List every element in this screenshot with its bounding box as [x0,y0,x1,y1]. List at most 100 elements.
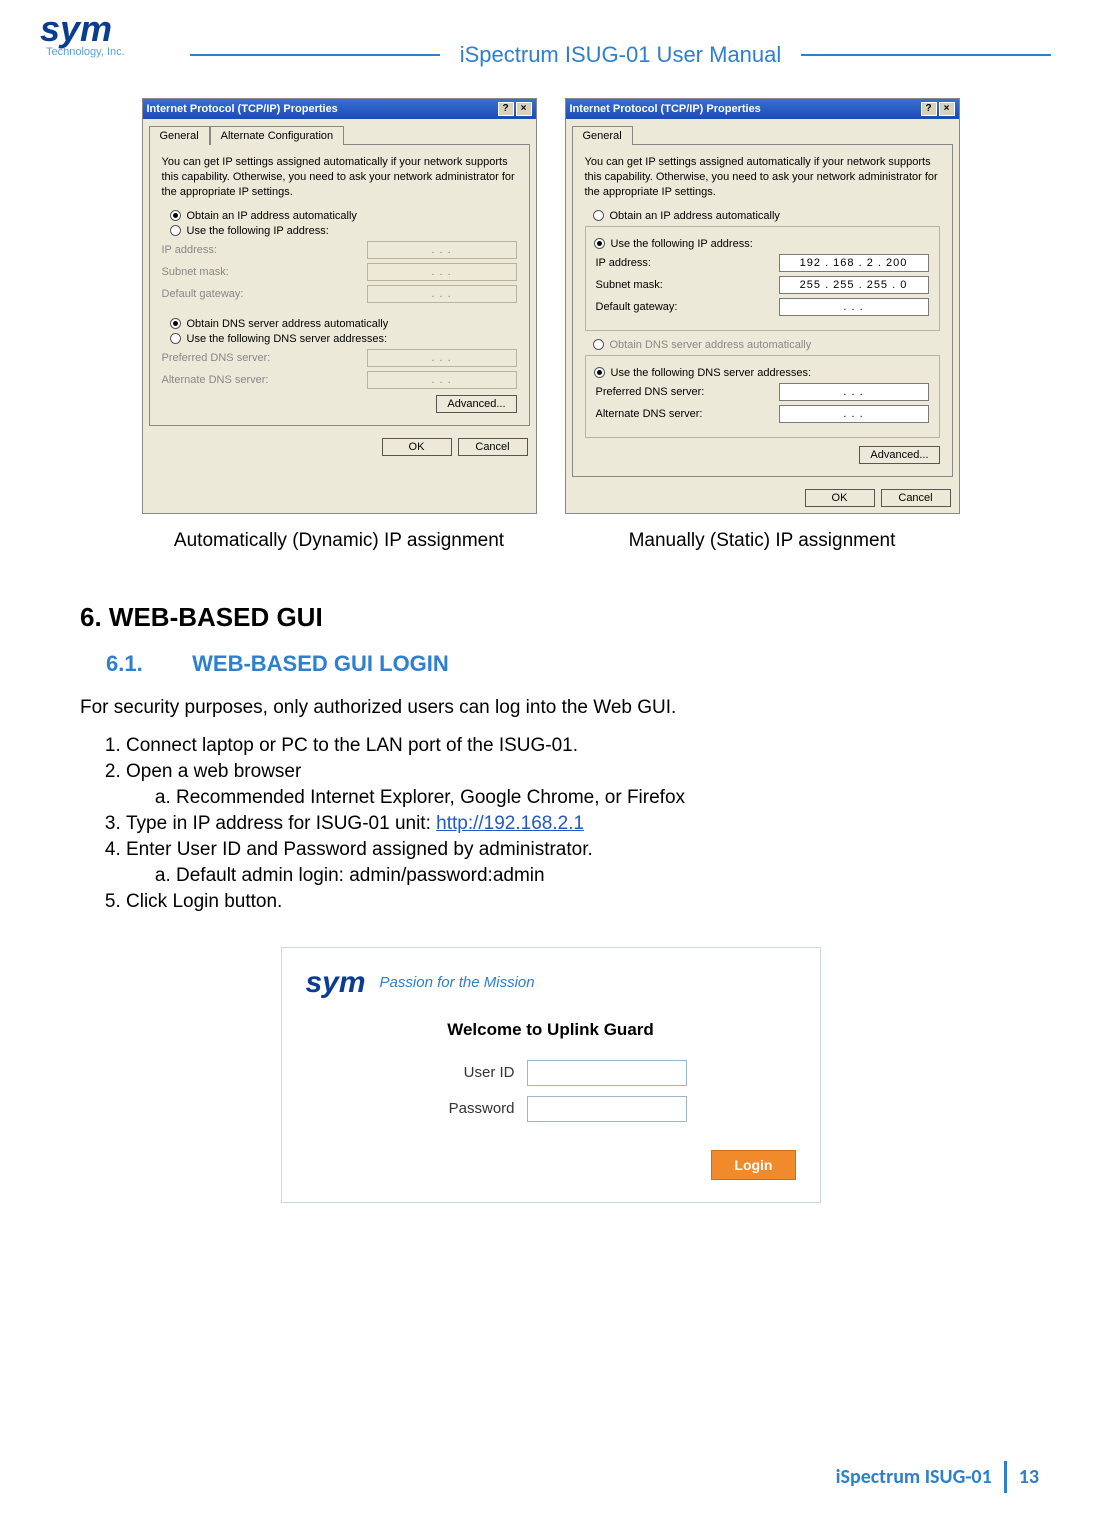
title-bar: iSpectrum ISUG-01 User Manual [190,42,1051,68]
radio-label: Obtain DNS server address automatically [610,339,812,351]
subsection-number: 6.1. [106,651,186,677]
close-button[interactable]: × [939,102,955,116]
help-button[interactable]: ? [498,102,514,116]
password-row: Password [306,1096,796,1122]
default-gateway-label: Default gateway: [162,288,244,300]
advanced-button[interactable]: Advanced... [859,446,939,464]
preferred-dns-input[interactable]: . . . [367,349,517,367]
radio-label: Use the following IP address: [187,225,329,237]
dialog-captions: Automatically (Dynamic) IP assignment Ma… [80,530,1021,552]
login-button[interactable]: Login [711,1150,795,1180]
login-tagline: Passion for the Mission [380,974,535,991]
radio-icon [170,225,181,236]
dialog-titlebar: Internet Protocol (TCP/IP) Properties ? … [566,99,959,119]
radio-icon [170,318,181,329]
subnet-mask-input[interactable]: . . . [367,263,517,281]
tab-alternate-config[interactable]: Alternate Configuration [210,126,345,145]
default-gateway-label: Default gateway: [596,301,678,313]
radio-icon [593,210,604,221]
radio-label: Obtain an IP address automatically [187,210,357,222]
step-text: Open a web browser [126,761,301,782]
step-item: Open a web browser Recommended Internet … [126,761,1021,809]
dialog-title: Internet Protocol (TCP/IP) Properties [570,103,761,115]
close-button[interactable]: × [516,102,532,116]
step-item: Connect laptop or PC to the LAN port of … [126,735,1021,757]
radio-obtain-dns-auto[interactable]: Obtain DNS server address automatically [593,339,940,351]
radio-label: Use the following DNS server addresses: [611,367,812,379]
dialog-titlebar: Internet Protocol (TCP/IP) Properties ? … [143,99,536,119]
subsection-title: WEB-BASED GUI LOGIN [192,651,449,676]
step-item: Enter User ID and Password assigned by a… [126,839,1021,887]
radio-icon [594,367,605,378]
radio-icon [170,210,181,221]
ip-group: Use the following IP address: IP address… [585,226,940,331]
subsection-heading: 6.1. WEB-BASED GUI LOGIN [106,651,1021,677]
footer-title: iSpectrum ISUG-01 [824,1461,1004,1493]
radio-use-ip[interactable]: Use the following IP address: [170,225,517,237]
ok-button[interactable]: OK [382,438,452,456]
help-button[interactable]: ? [921,102,937,116]
steps-list: Connect laptop or PC to the LAN port of … [126,735,1021,913]
divider-left [190,54,440,56]
default-gateway-input[interactable]: . . . [367,285,517,303]
radio-icon [170,333,181,344]
userid-input[interactable] [527,1060,687,1086]
alternate-dns-label: Alternate DNS server: [596,408,703,420]
subnet-mask-input[interactable]: 255 . 255 . 255 . 0 [779,276,929,294]
tab-general[interactable]: General [572,126,633,145]
login-panel: sym Passion for the Mission Welcome to U… [281,947,821,1203]
login-logo: sym Passion for the Mission [306,966,796,1000]
tcpip-dialog-auto: Internet Protocol (TCP/IP) Properties ? … [142,98,537,514]
logo-subtext: Technology, Inc. [46,46,125,58]
login-logo-text: sym [306,966,366,1000]
dialog-row: Internet Protocol (TCP/IP) Properties ? … [80,98,1021,514]
login-screenshot: sym Passion for the Mission Welcome to U… [80,947,1021,1203]
substep-item: Recommended Internet Explorer, Google Ch… [176,787,1021,809]
step-text: Type in IP address for ISUG-01 unit: [126,813,436,834]
ip-address-input[interactable]: 192 . 168 . 2 . 200 [779,254,929,272]
section-heading: 6. WEB-BASED GUI [80,602,1021,633]
advanced-button[interactable]: Advanced... [436,395,516,413]
tab-panel: You can get IP settings assigned automat… [149,144,530,426]
password-input[interactable] [527,1096,687,1122]
radio-label: Obtain DNS server address automatically [187,318,389,330]
dns-group: Use the following DNS server addresses: … [585,355,940,438]
cancel-button[interactable]: Cancel [881,489,951,507]
alternate-dns-input[interactable]: . . . [367,371,517,389]
page-header: sym Technology, Inc. iSpectrum ISUG-01 U… [0,0,1101,68]
tab-panel: You can get IP settings assigned automat… [572,144,953,477]
radio-use-ip[interactable]: Use the following IP address: [594,238,929,250]
substep-item: Default admin login: admin/password:admi… [176,865,1021,887]
ip-address-input[interactable]: . . . [367,241,517,259]
radio-obtain-ip-auto[interactable]: Obtain an IP address automatically [593,210,940,222]
cancel-button[interactable]: Cancel [458,438,528,456]
preferred-dns-label: Preferred DNS server: [162,352,271,364]
subnet-mask-label: Subnet mask: [162,266,229,278]
radio-use-dns[interactable]: Use the following DNS server addresses: [594,367,929,379]
tab-general[interactable]: General [149,126,210,145]
logo-text: sym [40,8,112,50]
brand-logo: sym Technology, Inc. [40,8,190,68]
tcpip-dialog-manual: Internet Protocol (TCP/IP) Properties ? … [565,98,960,514]
radio-obtain-ip-auto[interactable]: Obtain an IP address automatically [170,210,517,222]
radio-use-dns[interactable]: Use the following DNS server addresses: [170,333,517,345]
ip-link[interactable]: http://192.168.2.1 [436,813,584,834]
default-gateway-input[interactable]: . . . [779,298,929,316]
page-number: 13 [1007,1461,1051,1493]
radio-obtain-dns-auto[interactable]: Obtain DNS server address automatically [170,318,517,330]
radio-icon [594,238,605,249]
step-text: Enter User ID and Password assigned by a… [126,839,593,860]
divider-right [801,54,1051,56]
alternate-dns-input[interactable]: . . . [779,405,929,423]
subnet-mask-label: Subnet mask: [596,279,663,291]
intro-paragraph: For security purposes, only authorized u… [80,697,1021,719]
dialog-title: Internet Protocol (TCP/IP) Properties [147,103,338,115]
preferred-dns-input[interactable]: . . . [779,383,929,401]
login-welcome: Welcome to Uplink Guard [306,1020,796,1040]
userid-label: User ID [415,1064,515,1081]
userid-row: User ID [306,1060,796,1086]
dialog-description: You can get IP settings assigned automat… [162,155,517,200]
ip-address-label: IP address: [596,257,651,269]
caption-right: Manually (Static) IP assignment [565,530,960,552]
ok-button[interactable]: OK [805,489,875,507]
